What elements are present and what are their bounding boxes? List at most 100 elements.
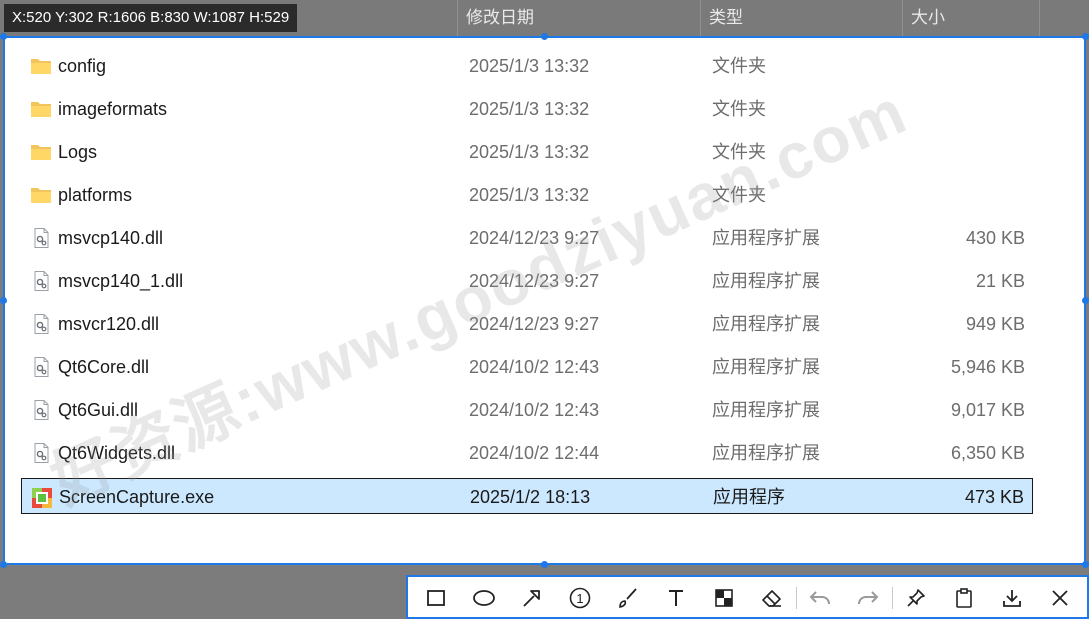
dll-file-icon bbox=[30, 228, 52, 248]
file-row[interactable]: Logs 2025/1/3 13:32 文件夹 bbox=[21, 134, 1033, 170]
ellipse-icon bbox=[473, 590, 495, 606]
file-type: 文件夹 bbox=[712, 142, 766, 162]
capture-selection-area[interactable]: config 2025/1/3 13:32 文件夹 imageformats 2025/… bbox=[3, 36, 1086, 565]
eraser-tool-button[interactable] bbox=[757, 584, 787, 612]
copy-clipboard-icon bbox=[956, 588, 972, 608]
file-modified-date: 2024/12/23 9:27 bbox=[469, 314, 600, 334]
text-tool-button[interactable] bbox=[661, 584, 691, 612]
file-type: 文件夹 bbox=[712, 56, 766, 76]
file-name: Logs bbox=[58, 142, 98, 162]
resize-handle-top-center[interactable] bbox=[541, 33, 548, 40]
resize-handle-top-right[interactable] bbox=[1082, 33, 1089, 40]
rectangle-tool-button[interactable] bbox=[421, 584, 451, 612]
number-marker-label: 1 bbox=[576, 591, 583, 606]
file-row[interactable]: Qt6Widgets.dll 2024/10/2 12:44 应用程序扩展 6,350… bbox=[21, 435, 1033, 471]
file-name: Qt6Core.dll bbox=[58, 357, 150, 377]
exe-app-icon bbox=[31, 487, 53, 508]
dll-file-icon bbox=[30, 314, 52, 334]
undo-icon bbox=[809, 591, 830, 605]
text-icon bbox=[669, 590, 683, 606]
copy-to-clipboard-button[interactable] bbox=[949, 584, 979, 612]
file-name: Qt6Widgets.dll bbox=[58, 443, 176, 463]
dll-file-icon bbox=[30, 271, 52, 291]
file-modified-date: 2024/10/2 12:44 bbox=[469, 443, 600, 463]
file-row[interactable]: msvcp140_1.dll 2024/12/23 9:27 应用程序扩展 21 KB bbox=[21, 263, 1033, 299]
toolbar-separator bbox=[796, 587, 797, 609]
folder-icon bbox=[30, 56, 52, 76]
file-type: 应用程序扩展 bbox=[712, 228, 820, 248]
file-modified-date: 2025/1/2 18:13 bbox=[470, 487, 591, 507]
resize-handle-bottom-center[interactable] bbox=[541, 561, 548, 568]
file-row[interactable]: msvcp140.dll 2024/12/23 9:27 应用程序扩展 430 KB bbox=[21, 220, 1033, 256]
file-type: 应用程序扩展 bbox=[712, 357, 820, 377]
save-button[interactable] bbox=[997, 584, 1027, 612]
file-type: 应用程序扩展 bbox=[712, 314, 820, 334]
selection-coordinates-badge: X:520 Y:302 R:1606 B:830 W:1087 H:529 bbox=[4, 4, 298, 32]
column-header-size: 大小 bbox=[902, 0, 1039, 36]
folder-icon bbox=[30, 99, 52, 119]
file-modified-date: 2024/10/2 12:43 bbox=[469, 357, 600, 377]
resize-handle-bottom-right[interactable] bbox=[1082, 561, 1089, 568]
pin-button[interactable] bbox=[901, 584, 931, 612]
dll-file-icon bbox=[30, 400, 52, 420]
dll-file-icon bbox=[30, 443, 52, 463]
pin-icon bbox=[907, 589, 925, 607]
ellipse-tool-button[interactable] bbox=[469, 584, 499, 612]
file-size: 473 KB bbox=[964, 487, 1024, 507]
eraser-icon bbox=[762, 590, 781, 607]
redo-button[interactable] bbox=[853, 584, 883, 612]
file-row[interactable]: platforms 2025/1/3 13:32 文件夹 bbox=[21, 177, 1033, 213]
file-name: msvcp140_1.dll bbox=[58, 271, 184, 291]
dll-file-icon bbox=[30, 357, 52, 377]
file-modified-date: 2024/10/2 12:43 bbox=[469, 400, 600, 420]
close-icon bbox=[1052, 590, 1068, 606]
file-modified-date: 2025/1/3 13:32 bbox=[469, 185, 590, 205]
file-modified-date: 2025/1/3 13:32 bbox=[469, 56, 590, 76]
redo-icon bbox=[858, 591, 879, 605]
resize-handle-bottom-left[interactable] bbox=[0, 561, 7, 568]
file-name: ScreenCapture.exe bbox=[59, 487, 215, 507]
resize-handle-middle-right[interactable] bbox=[1082, 297, 1089, 304]
folder-icon bbox=[30, 185, 52, 205]
column-header-type: 类型 bbox=[700, 0, 902, 36]
file-row[interactable]: imageformats 2025/1/3 13:32 文件夹 bbox=[21, 91, 1033, 127]
file-size: 6,350 KB bbox=[950, 443, 1025, 463]
file-name: msvcr120.dll bbox=[58, 314, 160, 334]
file-type: 应用程序扩展 bbox=[712, 271, 820, 291]
file-type: 应用程序 bbox=[713, 487, 785, 507]
file-name: msvcp140.dll bbox=[58, 228, 164, 248]
file-name: Qt6Gui.dll bbox=[58, 400, 139, 420]
brush-tool-button[interactable] bbox=[613, 584, 643, 612]
mosaic-tool-button[interactable] bbox=[709, 584, 739, 612]
file-row[interactable]: Qt6Gui.dll 2024/10/2 12:43 应用程序扩展 9,017 KB bbox=[21, 392, 1033, 428]
file-modified-date: 2025/1/3 13:32 bbox=[469, 142, 590, 162]
file-row[interactable]: Qt6Core.dll 2024/10/2 12:43 应用程序扩展 5,946 KB bbox=[21, 349, 1033, 385]
undo-button[interactable] bbox=[805, 584, 835, 612]
toolbar-separator bbox=[892, 587, 893, 609]
file-size: 5,946 KB bbox=[950, 357, 1025, 377]
number-marker-icon: 1 bbox=[569, 587, 591, 609]
file-modified-date: 2025/1/3 13:32 bbox=[469, 99, 590, 119]
annotation-toolbar: 1 bbox=[406, 575, 1089, 619]
number-marker-tool-button[interactable]: 1 bbox=[565, 584, 595, 612]
file-name: platforms bbox=[58, 185, 133, 205]
mosaic-icon bbox=[715, 589, 733, 607]
column-header-spacer bbox=[1039, 0, 1089, 36]
arrow-tool-button[interactable] bbox=[517, 584, 547, 612]
file-size: 430 KB bbox=[965, 228, 1025, 248]
file-size: 9,017 KB bbox=[950, 400, 1025, 420]
file-row[interactable]: config 2025/1/3 13:32 文件夹 bbox=[21, 48, 1033, 84]
save-download-icon bbox=[1003, 590, 1021, 607]
arrow-icon bbox=[523, 590, 540, 607]
file-modified-date: 2024/12/23 9:27 bbox=[469, 228, 600, 248]
file-row[interactable]: msvcr120.dll 2024/12/23 9:27 应用程序扩展 949 KB bbox=[21, 306, 1033, 342]
resize-handle-top-left[interactable] bbox=[0, 33, 7, 40]
resize-handle-middle-left[interactable] bbox=[0, 297, 7, 304]
file-type: 文件夹 bbox=[712, 99, 766, 119]
rectangle-icon bbox=[427, 590, 445, 606]
file-type: 文件夹 bbox=[712, 185, 766, 205]
file-row-selected[interactable]: ScreenCapture.exe 2025/1/2 18:13 应用程序 473 K… bbox=[21, 478, 1033, 514]
brush-icon bbox=[619, 588, 637, 608]
close-button[interactable] bbox=[1045, 584, 1075, 612]
file-size: 949 KB bbox=[965, 314, 1025, 334]
